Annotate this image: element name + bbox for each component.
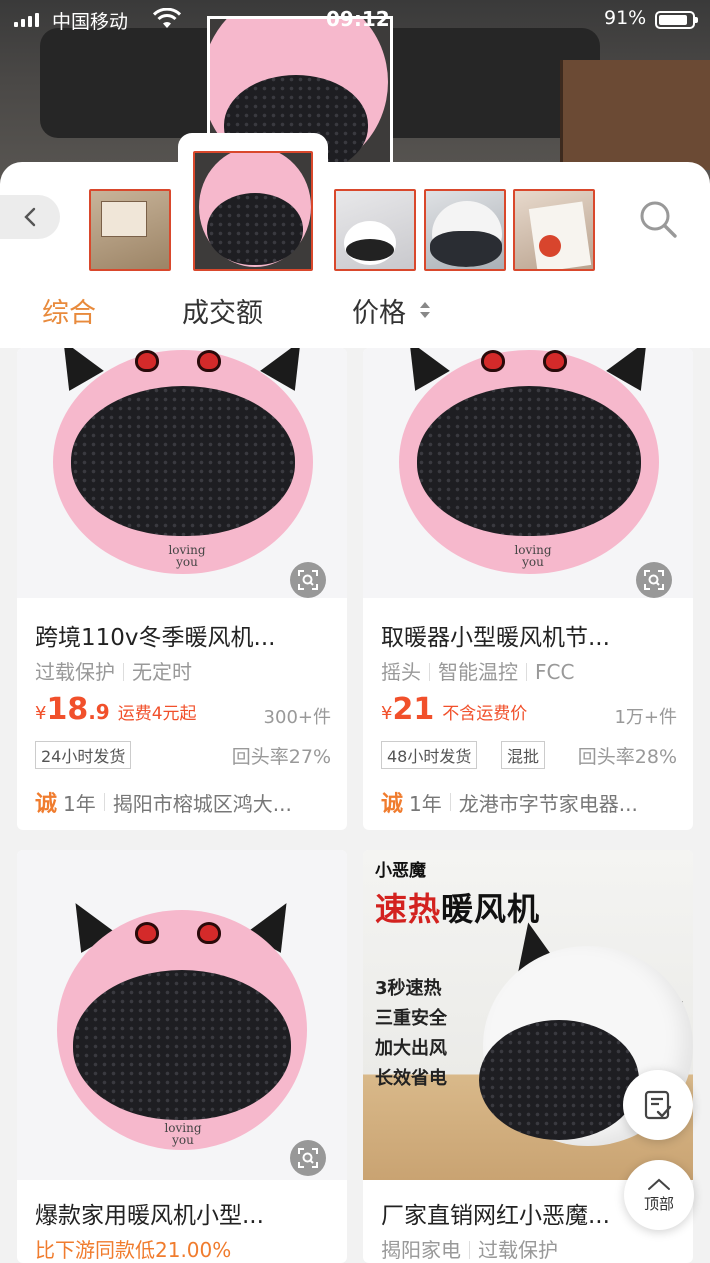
- product-image[interactable]: loving you: [17, 348, 347, 598]
- feedback-button[interactable]: [623, 1070, 693, 1140]
- status-time: 09:12: [326, 7, 390, 31]
- similar-search-button[interactable]: [636, 562, 672, 598]
- product-card[interactable]: loving you 爆款家用暖风机小型... 比下游同款低21.00%: [17, 850, 347, 1263]
- status-bar: 中国移动 09:12 91%: [0, 0, 710, 40]
- sold-count: 300+件: [263, 707, 331, 728]
- shop-years: 1年: [409, 791, 442, 816]
- sold-count: 1万+件: [614, 707, 677, 728]
- product-tags: 揭阳家电 过载保护: [381, 1234, 558, 1263]
- heater-image: loving you: [17, 890, 347, 1180]
- wholesale-badge: 混批: [501, 741, 546, 769]
- shelf-backdrop: [560, 60, 710, 170]
- product-price: ¥21 不含运费价: [381, 692, 528, 727]
- signal-icon: [14, 12, 39, 27]
- heater-image: loving you: [17, 348, 347, 598]
- product-title[interactable]: 取暖器小型暖风机节...: [381, 618, 610, 652]
- tab-price[interactable]: 价格: [352, 291, 406, 330]
- product-tags: 摇头 智能温控 FCC: [381, 656, 574, 685]
- product-title[interactable]: 跨境110v冬季暖风机...: [35, 618, 275, 652]
- chevron-up-icon: [648, 1178, 670, 1190]
- product-tags: 过载保护 无定时: [35, 656, 192, 685]
- image-search-icon: [298, 1148, 318, 1168]
- thumbnail-white-heater-closeup[interactable]: [424, 189, 506, 271]
- thumbnail-box[interactable]: [89, 189, 171, 271]
- product-price: ¥18.9 运费4元起: [35, 692, 197, 727]
- shop-info[interactable]: 诚 1年 揭阳市榕城区鸿大...: [35, 786, 292, 818]
- image-search-icon: [644, 570, 664, 590]
- product-card[interactable]: loving you 取暖器小型暖风机节... 摇头 智能温控 FCC ¥21 不含运…: [363, 348, 693, 830]
- shipping-badge: 24小时发货: [35, 741, 132, 769]
- product-tag: 过载保护: [35, 660, 115, 684]
- tab-transaction-volume[interactable]: 成交额: [182, 291, 263, 330]
- carrier-name: 中国移动: [52, 11, 129, 33]
- price-comparison: 比下游同款低21.00%: [35, 1238, 232, 1262]
- product-tag: 揭阳家电: [381, 1238, 461, 1262]
- product-tag: 智能温控: [438, 660, 518, 684]
- similar-search-button[interactable]: [290, 562, 326, 598]
- cheng-icon: 诚: [35, 792, 58, 817]
- back-button[interactable]: [0, 195, 60, 239]
- shop-name: 揭阳市榕城区鸿大...: [112, 791, 292, 816]
- product-image[interactable]: loving you: [363, 348, 693, 598]
- back-to-top-button[interactable]: 顶部: [624, 1160, 694, 1230]
- sort-arrows-icon[interactable]: [418, 299, 432, 321]
- shop-name: 龙港市字节家电器...: [458, 791, 638, 816]
- thumbnail-pink-heater[interactable]: [193, 151, 313, 271]
- search-icon[interactable]: [636, 197, 680, 241]
- product-title[interactable]: 厂家直销网红小恶魔...: [381, 1196, 610, 1230]
- similar-search-button[interactable]: [290, 1140, 326, 1176]
- shop-years: 1年: [63, 791, 96, 816]
- product-image[interactable]: loving you: [17, 850, 347, 1180]
- product-tag: 摇头: [381, 660, 421, 684]
- product-tag: FCC: [535, 660, 575, 684]
- tab-comprehensive[interactable]: 综合: [42, 291, 96, 330]
- product-tag: 无定时: [132, 660, 192, 684]
- product-title[interactable]: 爆款家用暖风机小型...: [35, 1196, 264, 1230]
- repeat-rate: 回头率27%: [231, 746, 331, 768]
- feedback-icon: [644, 1090, 672, 1120]
- thumbnail-gift-bag[interactable]: [513, 189, 595, 271]
- repeat-rate: 回头率28%: [577, 746, 677, 768]
- wifi-icon: [152, 8, 182, 28]
- product-card[interactable]: loving you 跨境110v冬季暖风机... 过载保护 无定时 ¥18.9 运…: [17, 348, 347, 830]
- shipping-badge: 48小时发货: [381, 741, 478, 769]
- product-tag: 过载保护: [478, 1238, 558, 1262]
- battery-icon: [655, 11, 698, 29]
- thumbnail-white-heater[interactable]: [334, 189, 416, 271]
- image-search-icon: [298, 570, 318, 590]
- shop-info[interactable]: 诚 1年 龙港市字节家电器...: [381, 786, 638, 818]
- cheng-icon: 诚: [381, 792, 404, 817]
- battery-percent: 91%: [604, 7, 647, 29]
- chevron-left-icon: [24, 207, 36, 227]
- heater-image: loving you: [363, 348, 693, 598]
- back-to-top-label: 顶部: [643, 1194, 674, 1213]
